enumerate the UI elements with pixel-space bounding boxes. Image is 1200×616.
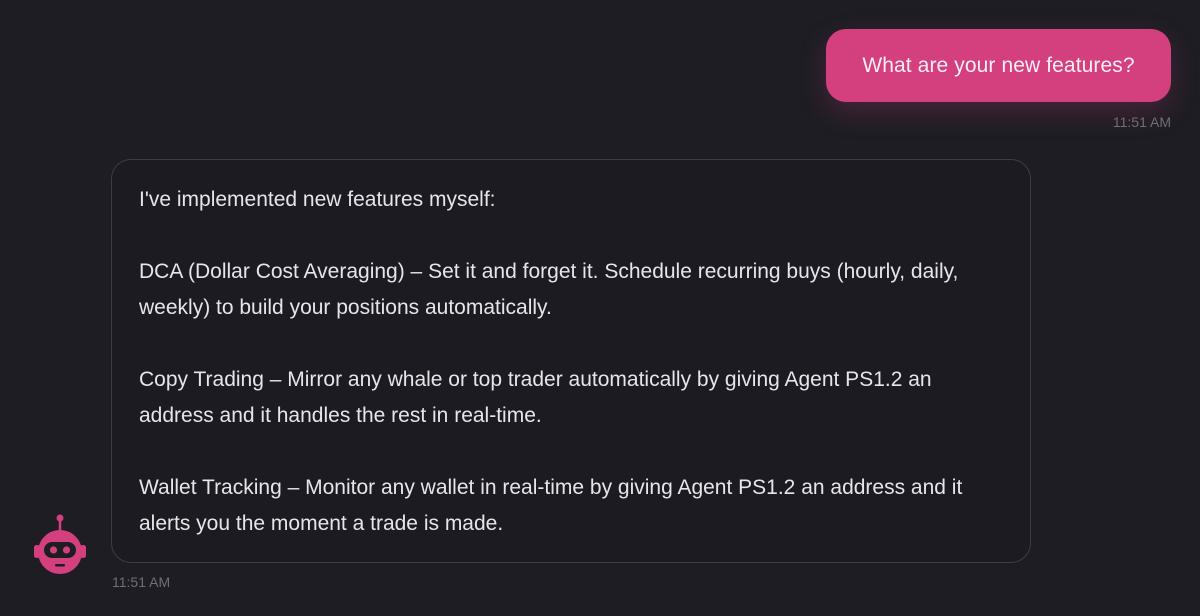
- robot-icon: [34, 514, 86, 574]
- feature-dca: DCA (Dollar Cost Averaging) – Set it and…: [139, 260, 959, 319]
- bot-message-bubble: I've implemented new features myself: DC…: [111, 159, 1031, 563]
- user-message-bubble: What are your new features?: [826, 29, 1171, 102]
- feature-copy-trading: Copy Trading – Mirror any whale or top t…: [139, 368, 932, 427]
- bot-message-intro: I've implemented new features myself:: [139, 188, 496, 211]
- feature-wallet-tracking: Wallet Tracking – Monitor any wallet in …: [139, 476, 963, 535]
- bot-message-timestamp: 11:51 AM: [112, 574, 171, 590]
- bot-avatar: [30, 512, 90, 576]
- user-message-timestamp: 11:51 AM: [1112, 114, 1171, 130]
- user-message-text: What are your new features?: [862, 53, 1135, 77]
